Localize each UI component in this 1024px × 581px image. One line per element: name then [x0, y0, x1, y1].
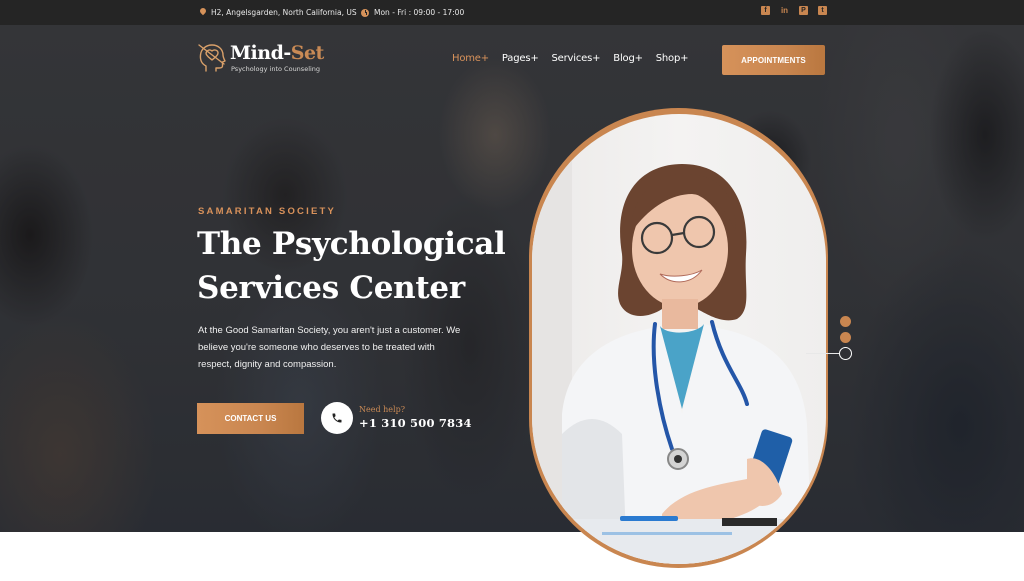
social-links: f in P t [761, 6, 827, 15]
hours-text: Mon - Fri : 09:00 - 17:00 [374, 8, 465, 17]
top-bar: H2, Angelsgarden, North California, US M… [0, 0, 1024, 25]
nav-home[interactable]: Home+ [452, 53, 489, 64]
twitter-icon[interactable]: t [818, 6, 827, 15]
doctor-illustration [532, 114, 826, 564]
linkedin-icon[interactable]: in [780, 6, 789, 15]
location-pin-icon [199, 8, 206, 17]
slider-indicator-line [806, 353, 839, 354]
brand-name-accent: Set [290, 42, 325, 64]
head-brain-logo-icon [198, 44, 226, 72]
phone-call-button[interactable] [321, 402, 353, 434]
nav-services[interactable]: Services+ [552, 53, 601, 64]
slider-dot-3-active[interactable] [839, 347, 852, 360]
pinterest-icon[interactable]: P [799, 6, 808, 15]
hero-headline: The Psychological Services Center [197, 222, 537, 310]
headline-line-2: Services Center [197, 270, 465, 306]
clock-icon [361, 8, 369, 17]
appointments-button[interactable]: APPOINTMENTS [722, 45, 825, 75]
phone-icon [332, 413, 342, 423]
main-nav: Home+ Pages+ Services+ Blog+ Shop+ [452, 53, 701, 64]
nav-pages[interactable]: Pages+ [502, 53, 539, 64]
hours-info: Mon - Fri : 09:00 - 17:00 [361, 8, 464, 17]
hero-description: At the Good Samaritan Society, you aren'… [198, 325, 461, 370]
slider-dot-1[interactable] [840, 316, 851, 327]
headline-line-1: The Psychological [197, 226, 506, 262]
next-section [0, 532, 1024, 581]
desk [532, 519, 826, 564]
site-logo[interactable]: Mind-Set Psychology into Counseling [197, 42, 324, 74]
hero-eyebrow: SAMARITAN SOCIETY [198, 206, 337, 217]
brand-name-main: Mind- [230, 42, 291, 64]
brand-tagline: Psychology into Counseling [231, 65, 321, 73]
facebook-icon[interactable]: f [761, 6, 770, 15]
help-phone-number[interactable]: +1 310 500 7834 [359, 416, 472, 430]
nav-shop[interactable]: Shop+ [656, 53, 689, 64]
nav-blog[interactable]: Blog+ [613, 53, 643, 64]
brand-name: Mind-Set [230, 42, 324, 64]
address-info: H2, Angelsgarden, North California, US [199, 8, 357, 17]
address-text: H2, Angelsgarden, North California, US [211, 8, 357, 17]
need-help-label: Need help? [359, 405, 405, 414]
doctor-image [532, 114, 826, 564]
contact-us-button[interactable]: CONTACT US [197, 403, 304, 434]
slider-dot-2[interactable] [840, 332, 851, 343]
